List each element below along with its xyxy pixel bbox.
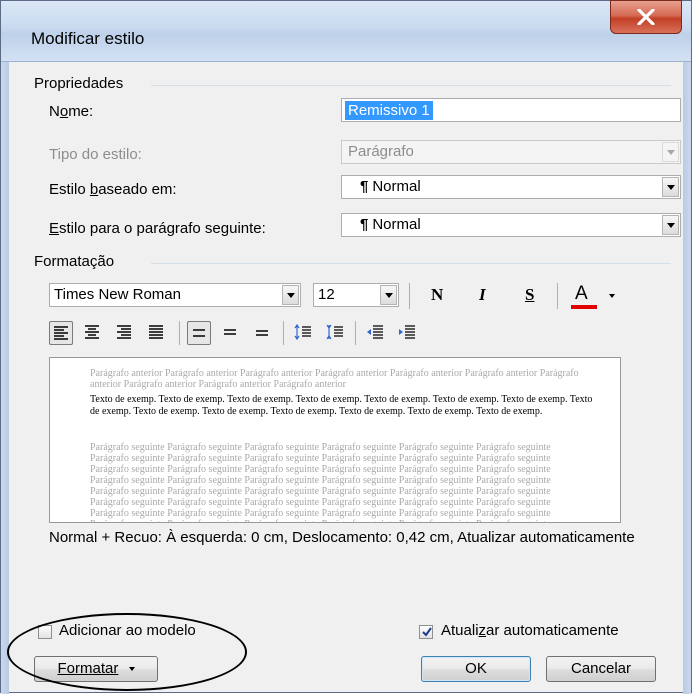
- next-style-select[interactable]: ¶ Normal: [341, 213, 681, 237]
- align-left-button[interactable]: [49, 321, 73, 345]
- align-center-icon: [85, 325, 99, 339]
- align-center-button[interactable]: [81, 321, 105, 345]
- add-to-template-label: Adicionar ao modelo: [59, 622, 196, 639]
- align-right-button[interactable]: [113, 321, 137, 345]
- toolbar-separator: [283, 321, 284, 345]
- preview-next-paragraph: Parágrafo seguinte Parágrafo seguinte Pa…: [90, 442, 551, 522]
- next-style-dropdown-button[interactable]: [662, 215, 679, 235]
- next-style-value: Normal: [372, 216, 421, 233]
- bold-button[interactable]: N: [431, 285, 443, 305]
- checkmark-icon: [422, 627, 432, 637]
- increase-spacing-button[interactable]: [291, 321, 315, 345]
- style-type-select: Parágrafo: [341, 140, 681, 164]
- auto-update-checkbox[interactable]: [419, 625, 433, 639]
- chevron-down-icon: [287, 293, 295, 298]
- one-and-half-spacing-icon: [224, 329, 236, 335]
- chevron-down-icon: [128, 667, 135, 672]
- justify-button[interactable]: [145, 321, 169, 345]
- format-button[interactable]: Formatar: [34, 656, 158, 682]
- properties-group-label: Propriedades: [34, 75, 124, 92]
- toolbar-separator: [409, 283, 410, 309]
- decrease-spacing-button[interactable]: [323, 321, 347, 345]
- paragraph-mark-icon: ¶: [360, 216, 369, 233]
- single-spacing-button[interactable]: [187, 321, 211, 345]
- font-color-button[interactable]: A: [569, 281, 619, 311]
- font-color-swatch: [571, 305, 597, 309]
- ok-button[interactable]: OK: [421, 656, 531, 682]
- modify-style-dialog: Modificar estilo Propriedades Nome: Remi…: [0, 0, 692, 694]
- style-type-label: Tipo do estilo:: [49, 146, 142, 163]
- paragraph-mark-icon: ¶: [360, 178, 369, 195]
- font-color-icon: A: [575, 283, 588, 304]
- window-frame-right: [683, 62, 691, 694]
- increase-spacing-icon: [294, 324, 311, 340]
- double-spacing-button[interactable]: [251, 321, 275, 345]
- preview-sample-paragraph: Texto de exemp. Texto de exemp. Texto de…: [90, 394, 593, 417]
- increase-indent-button[interactable]: [395, 321, 419, 345]
- chevron-down-icon: [667, 223, 675, 228]
- window-title: Modificar estilo: [31, 29, 145, 48]
- close-button[interactable]: [610, 0, 682, 34]
- name-label: Nome:: [49, 103, 94, 120]
- chevron-down-icon: [667, 150, 675, 155]
- cancel-button[interactable]: Cancelar: [546, 656, 656, 682]
- align-left-icon: [54, 326, 68, 340]
- based-on-dropdown-button[interactable]: [662, 177, 679, 197]
- auto-update-label: Atualizar automaticamente: [441, 622, 619, 639]
- underline-button[interactable]: S: [525, 285, 534, 305]
- italic-button[interactable]: I: [479, 285, 486, 305]
- font-select[interactable]: Times New Roman: [49, 283, 301, 307]
- font-size-value: 12: [318, 286, 335, 303]
- justify-icon: [149, 325, 163, 339]
- add-to-template-checkbox[interactable]: [38, 625, 52, 639]
- increase-indent-icon: [399, 325, 415, 339]
- font-size-select[interactable]: 12: [313, 283, 399, 307]
- align-right-icon: [117, 325, 131, 339]
- properties-group-line: [151, 85, 671, 86]
- title-bar[interactable]: Modificar estilo: [1, 0, 691, 62]
- name-field[interactable]: Remissivo 1: [341, 98, 681, 122]
- toolbar-separator: [355, 321, 356, 345]
- preview-sample-text: Texto de exemp. Texto de exemp. Texto de…: [90, 394, 602, 418]
- style-type-dropdown-button: [662, 142, 679, 162]
- font-value: Times New Roman: [54, 286, 181, 303]
- formatting-group-line: [151, 263, 671, 264]
- style-type-value: Parágrafo: [348, 143, 414, 160]
- decrease-spacing-icon: [326, 324, 343, 340]
- window-frame-left: [1, 62, 9, 694]
- font-size-dropdown-button[interactable]: [380, 285, 397, 305]
- based-on-label: Estilo baseado em:: [49, 181, 177, 198]
- chevron-down-icon: [667, 185, 675, 190]
- single-spacing-icon: [193, 329, 205, 337]
- decrease-indent-icon: [367, 325, 383, 339]
- preview-previous-paragraph: Parágrafo anterior Parágrafo anterior Pa…: [90, 368, 579, 390]
- chevron-down-icon: [385, 293, 393, 298]
- double-spacing-icon: [256, 330, 268, 336]
- based-on-value: Normal: [372, 178, 421, 195]
- decrease-indent-button[interactable]: [363, 321, 387, 345]
- chevron-down-icon: [609, 294, 615, 298]
- toolbar-separator: [557, 283, 558, 309]
- one-and-half-spacing-button[interactable]: [219, 321, 243, 345]
- toolbar-separator: [179, 321, 180, 345]
- based-on-select[interactable]: ¶ Normal: [341, 175, 681, 199]
- formatting-group-label: Formatação: [34, 253, 115, 270]
- font-dropdown-button[interactable]: [282, 285, 299, 305]
- style-preview: Parágrafo anterior Parágrafo anterior Pa…: [49, 357, 621, 523]
- format-button-label: Formatar: [57, 660, 119, 677]
- name-value: Remissivo 1: [345, 101, 433, 120]
- next-style-label: Estilo para o parágrafo seguinte:: [49, 220, 266, 237]
- style-description: Normal + Recuo: À esquerda: 0 cm, Desloc…: [49, 529, 635, 546]
- close-icon: [637, 9, 655, 25]
